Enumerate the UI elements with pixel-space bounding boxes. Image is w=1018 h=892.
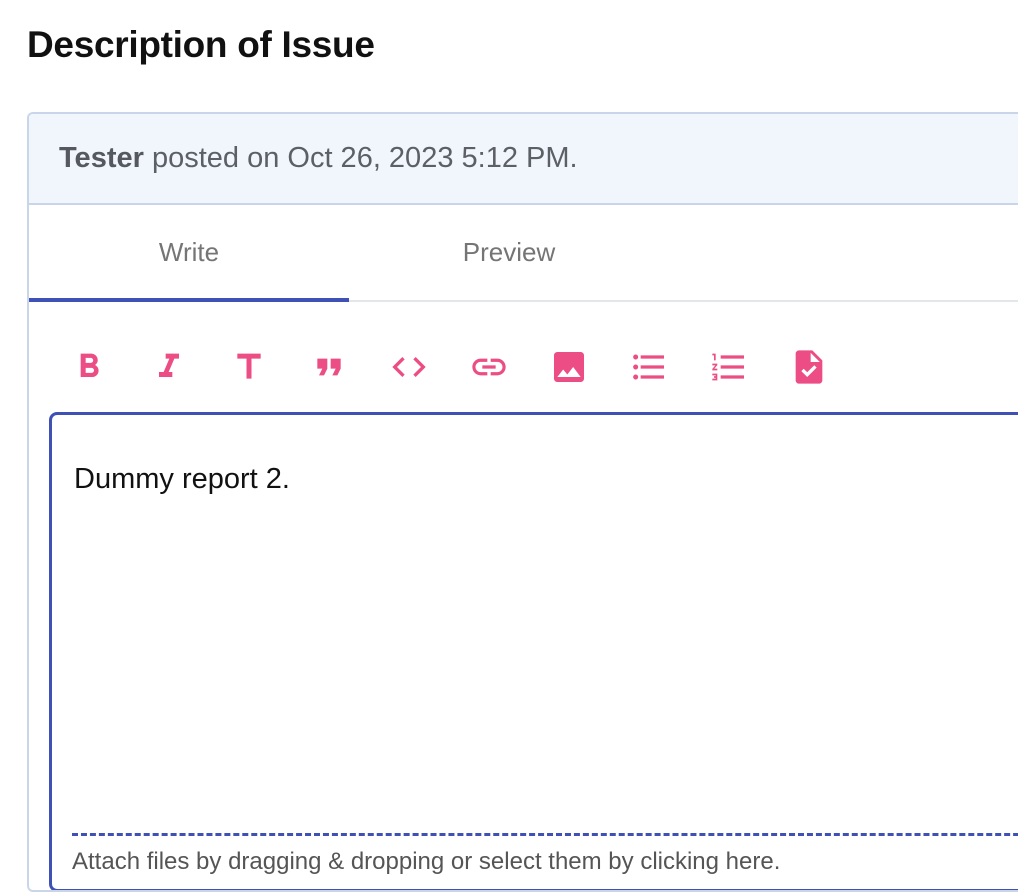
tab-preview[interactable]: Preview [349, 205, 669, 300]
image-icon[interactable] [549, 347, 589, 387]
post-meta: posted on Oct 26, 2023 5:12 PM. [143, 142, 578, 174]
bulleted-list-icon[interactable] [629, 347, 669, 387]
italic-icon[interactable] [149, 347, 189, 387]
numbered-list-icon[interactable] [709, 347, 749, 387]
page-title: Description of Issue [27, 24, 375, 65]
post-header: Tester posted on Oct 26, 2023 5:12 PM. [29, 114, 1018, 205]
link-icon[interactable] [469, 347, 509, 387]
editor-text[interactable]: Dummy report 2. [74, 463, 290, 496]
tab-write[interactable]: Write [29, 205, 349, 302]
task-list-icon[interactable] [789, 347, 829, 387]
editor-tabs: Write Preview [29, 205, 1018, 302]
header-icon[interactable] [229, 347, 269, 387]
code-icon[interactable] [389, 347, 429, 387]
attach-files-zone[interactable]: Attach files by dragging & dropping or s… [72, 833, 1018, 876]
comment-card: Tester posted on Oct 26, 2023 5:12 PM. W… [27, 112, 1018, 892]
editor-textarea[interactable]: Dummy report 2. Attach files by dragging… [49, 412, 1018, 890]
quote-icon[interactable] [309, 347, 349, 387]
post-author: Tester [59, 142, 144, 174]
bold-icon[interactable] [69, 347, 109, 387]
